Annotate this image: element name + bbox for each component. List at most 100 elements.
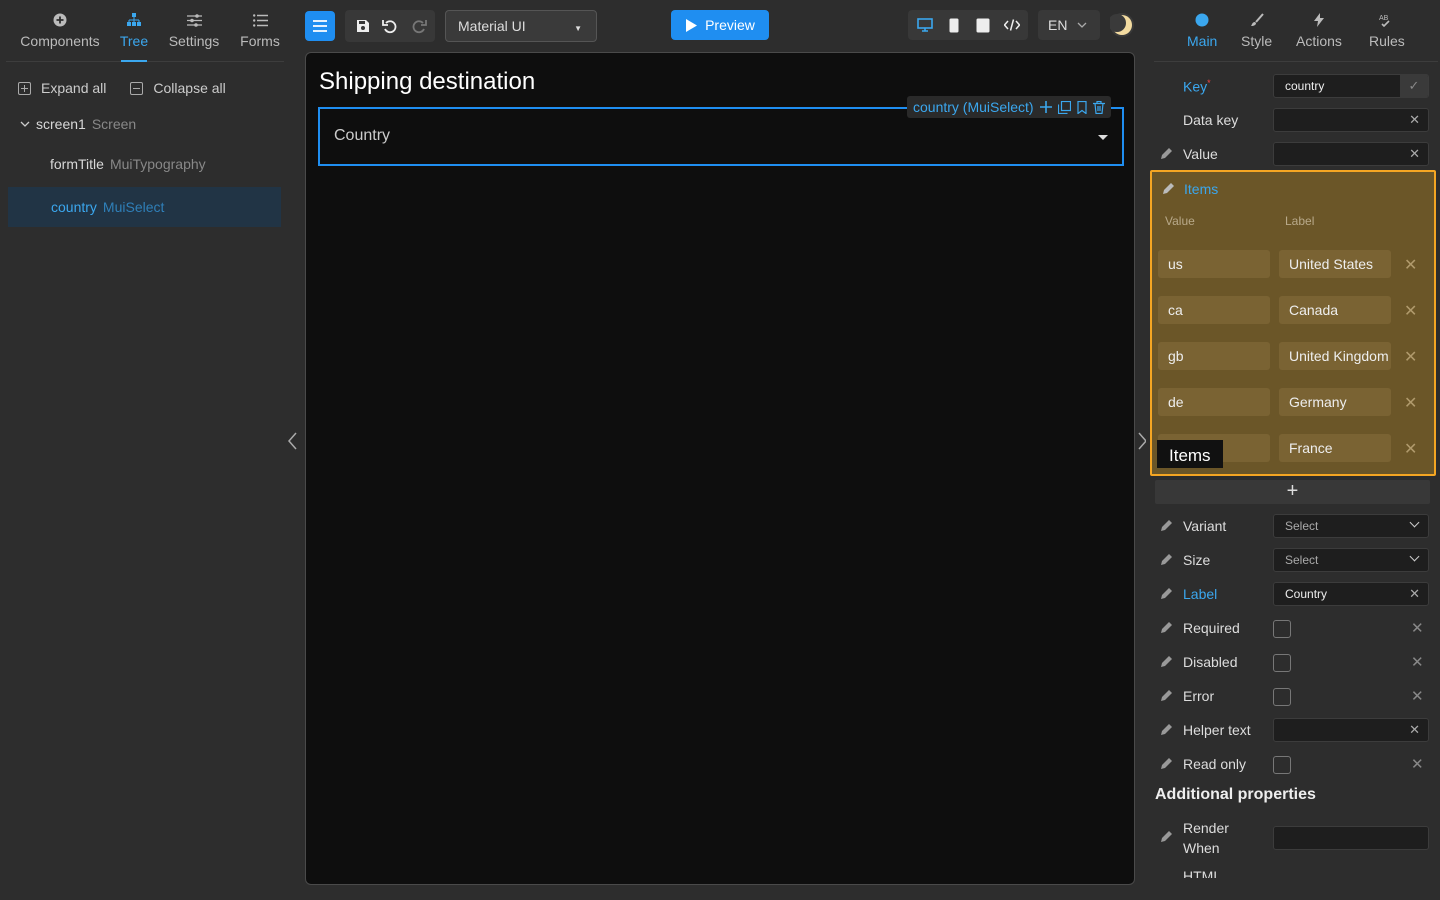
language-value: EN bbox=[1048, 17, 1068, 33]
tab-settings[interactable]: Settings bbox=[164, 0, 224, 62]
key-input[interactable]: country ✓ bbox=[1273, 74, 1429, 98]
form-title[interactable]: Shipping destination bbox=[319, 68, 535, 96]
clear-icon[interactable]: ✕ bbox=[1409, 146, 1420, 162]
read-only-checkbox[interactable] bbox=[1273, 756, 1291, 774]
item-label-input[interactable]: France bbox=[1279, 434, 1391, 462]
clear-icon[interactable]: ✕ bbox=[1409, 722, 1420, 738]
tab-actions[interactable]: Actions bbox=[1296, 12, 1342, 49]
tab-tree[interactable]: Tree bbox=[114, 0, 154, 62]
preview-button[interactable]: Preview bbox=[671, 10, 769, 40]
disabled-checkbox[interactable] bbox=[1273, 654, 1291, 672]
item-label-input[interactable]: United Kingdom bbox=[1279, 342, 1391, 370]
label-input[interactable]: Country ✕ bbox=[1273, 582, 1429, 606]
error-checkbox[interactable] bbox=[1273, 688, 1291, 706]
item-value-input[interactable]: us bbox=[1158, 250, 1270, 278]
clear-icon[interactable]: ✕ bbox=[1411, 687, 1424, 705]
remove-item-icon[interactable]: ✕ bbox=[1404, 301, 1417, 321]
clear-icon[interactable]: ✕ bbox=[1411, 653, 1424, 671]
column-header-value: Value bbox=[1165, 214, 1195, 228]
size-select[interactable]: Select bbox=[1273, 548, 1429, 572]
item-value-input[interactable]: ca bbox=[1158, 296, 1270, 324]
clear-icon[interactable]: ✕ bbox=[1411, 755, 1424, 773]
clear-icon[interactable]: ✕ bbox=[1411, 619, 1424, 637]
left-panel: Components Tree Settings Forms Expand al… bbox=[0, 0, 297, 900]
prop-name: Key* bbox=[1183, 78, 1211, 95]
prop-name: Data key bbox=[1183, 112, 1239, 128]
item-label-input[interactable]: Canada bbox=[1279, 296, 1391, 324]
prop-error: Error ✕ bbox=[1146, 681, 1440, 711]
collapse-all-button[interactable]: Collapse all bbox=[130, 80, 226, 96]
tablet-view-button[interactable] bbox=[971, 13, 995, 37]
check-icon[interactable]: ✓ bbox=[1400, 74, 1428, 98]
prop-value: Value ✕ bbox=[1146, 139, 1440, 169]
required-checkbox[interactable] bbox=[1273, 620, 1291, 638]
render-when-label: Render When bbox=[1183, 820, 1229, 856]
pen-icon[interactable] bbox=[1160, 587, 1174, 601]
code-view-button[interactable] bbox=[1000, 13, 1024, 37]
pen-icon[interactable] bbox=[1160, 830, 1173, 848]
remove-item-icon[interactable]: ✕ bbox=[1404, 255, 1417, 275]
pen-icon[interactable] bbox=[1160, 689, 1174, 703]
tab-components[interactable]: Components bbox=[20, 0, 100, 62]
remove-item-icon[interactable]: ✕ bbox=[1404, 439, 1417, 459]
tree-node-country[interactable]: country MuiSelect bbox=[8, 187, 281, 227]
pen-icon[interactable] bbox=[1160, 723, 1174, 737]
language-select[interactable]: EN bbox=[1038, 10, 1100, 40]
theme-toggle[interactable] bbox=[1108, 13, 1134, 37]
data-key-input[interactable]: ✕ bbox=[1273, 108, 1429, 132]
tree-icon bbox=[127, 12, 141, 28]
pen-icon[interactable] bbox=[1160, 147, 1174, 161]
remove-item-icon[interactable]: ✕ bbox=[1404, 347, 1417, 367]
trash-icon[interactable] bbox=[1092, 100, 1105, 114]
chevron-down-icon[interactable] bbox=[20, 120, 30, 128]
menu-button[interactable] bbox=[305, 11, 335, 41]
design-canvas[interactable]: Shipping destination Country country (Mu… bbox=[305, 52, 1135, 885]
tab-rules[interactable]: AB Rules bbox=[1369, 12, 1405, 49]
expand-icon bbox=[18, 81, 31, 95]
item-label-input[interactable]: Germany bbox=[1279, 388, 1391, 416]
tab-label: Actions bbox=[1296, 33, 1342, 49]
app-root: Components Tree Settings Forms Expand al… bbox=[0, 0, 1440, 900]
pen-icon[interactable] bbox=[1160, 519, 1174, 533]
add-icon[interactable] bbox=[1039, 101, 1052, 113]
add-item-button[interactable]: + bbox=[1155, 480, 1430, 504]
item-value-input[interactable]: gb bbox=[1158, 342, 1270, 370]
item-label-input[interactable]: United States bbox=[1279, 250, 1391, 278]
items-label: Items bbox=[1184, 181, 1219, 197]
pen-icon[interactable] bbox=[1160, 655, 1174, 669]
expand-all-button[interactable]: Expand all bbox=[18, 80, 106, 96]
variant-select[interactable]: Select bbox=[1273, 514, 1429, 538]
remove-item-icon[interactable]: ✕ bbox=[1404, 393, 1417, 413]
desktop-icon bbox=[917, 18, 933, 32]
helper-text-input[interactable]: ✕ bbox=[1273, 718, 1429, 742]
duplicate-icon[interactable] bbox=[1057, 100, 1071, 114]
select-placeholder: Select bbox=[1285, 553, 1319, 567]
pen-icon[interactable] bbox=[1162, 182, 1175, 200]
prop-name: Variant bbox=[1183, 518, 1227, 534]
tree-node-screen1[interactable]: screen1 Screen bbox=[20, 116, 136, 132]
save-button[interactable] bbox=[351, 14, 375, 38]
tree-node-formtitle[interactable]: formTitle MuiTypography bbox=[50, 156, 206, 172]
mobile-view-button[interactable] bbox=[942, 13, 966, 37]
tab-main[interactable]: Main bbox=[1187, 12, 1217, 49]
prop-required: Required ✕ bbox=[1146, 613, 1440, 643]
pen-icon[interactable] bbox=[1160, 621, 1174, 635]
pen-icon[interactable] bbox=[1160, 757, 1174, 771]
tab-label: Tree bbox=[119, 33, 149, 49]
tab-style[interactable]: Style bbox=[1241, 12, 1272, 49]
clear-icon[interactable]: ✕ bbox=[1409, 586, 1420, 602]
desktop-view-button[interactable] bbox=[913, 13, 937, 37]
collapse-left-panel-icon[interactable] bbox=[288, 432, 298, 455]
item-value-input[interactable]: de bbox=[1158, 388, 1270, 416]
render-when-input[interactable] bbox=[1273, 826, 1429, 850]
bookmark-icon[interactable] bbox=[1076, 100, 1087, 114]
tab-forms[interactable]: Forms bbox=[234, 0, 286, 62]
undo-button[interactable] bbox=[378, 14, 402, 38]
clear-icon[interactable]: ✕ bbox=[1409, 112, 1420, 128]
pen-icon[interactable] bbox=[1160, 553, 1174, 567]
value-input[interactable]: ✕ bbox=[1273, 142, 1429, 166]
node-name: formTitle bbox=[50, 156, 104, 172]
expand-all-label: Expand all bbox=[41, 80, 107, 96]
redo-button[interactable] bbox=[407, 14, 431, 38]
ui-library-select[interactable]: Material UI ▼ bbox=[445, 10, 597, 42]
